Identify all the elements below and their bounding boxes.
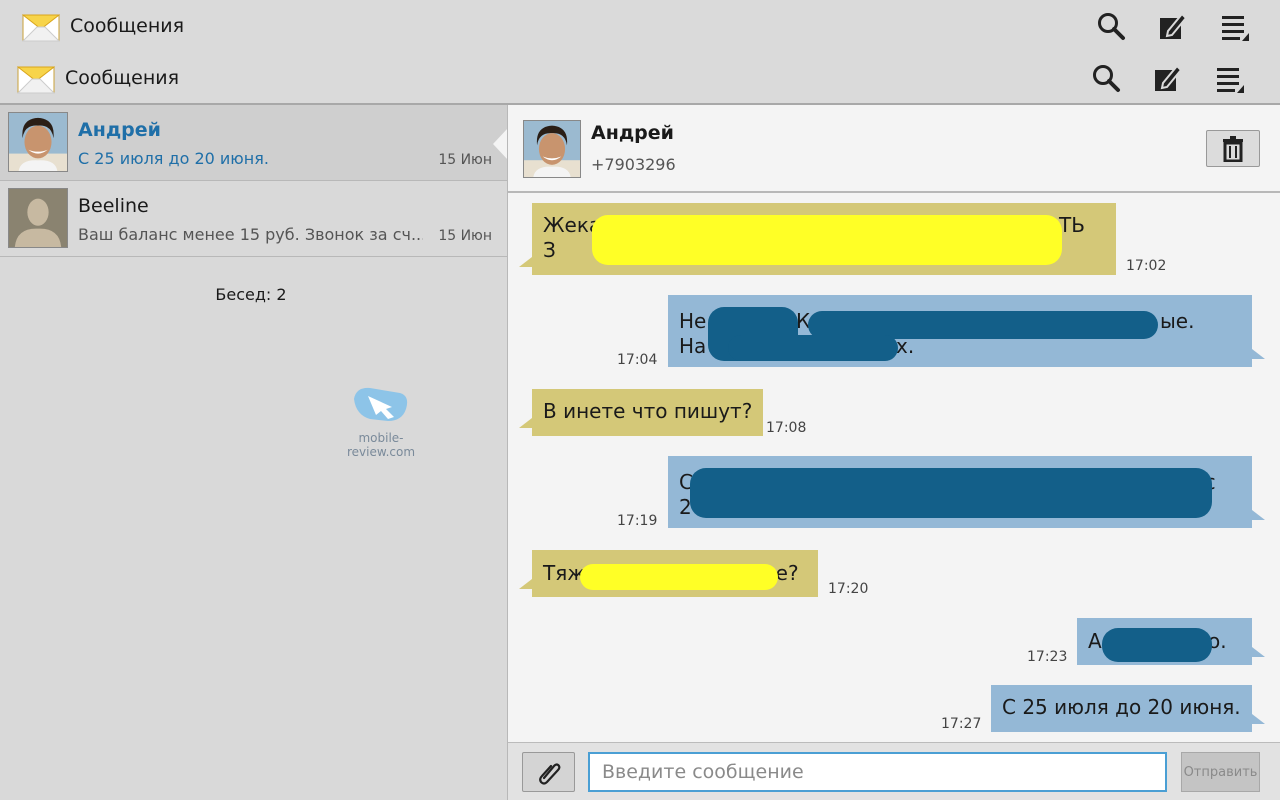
message-time: 17:02 <box>1126 258 1167 274</box>
action-bar: Сообщения <box>0 0 1280 52</box>
conversation-snippet: С 25 июля до 20 июня. <box>78 149 269 168</box>
attach-button[interactable] <box>522 752 575 792</box>
message-input[interactable] <box>588 752 1167 792</box>
message-text: В инете что пишут? <box>543 399 753 423</box>
conversation-date: 15 Июн <box>438 152 492 168</box>
app-title: Сообщения <box>70 15 185 37</box>
message-composer: Отправить <box>508 742 1280 800</box>
message-text: С 25 июля до 20 июня. <box>1002 695 1241 719</box>
message-text: А <box>1088 629 1102 653</box>
message-text: ые. <box>1160 309 1195 333</box>
compose-icon <box>1155 64 1183 91</box>
message-time: 17:20 <box>828 581 869 597</box>
redaction-mark <box>1102 628 1212 662</box>
message-time: 17:19 <box>617 513 658 529</box>
messages-app-icon <box>17 66 55 93</box>
message-bubble-incoming[interactable]: Жека:ПР ТЬ З <box>519 203 1116 275</box>
search-button[interactable] <box>1091 63 1121 93</box>
paperclip-icon <box>538 763 560 785</box>
message-text: Не <box>679 309 707 333</box>
watermark: mobile-review.com <box>326 383 436 459</box>
selection-pointer <box>493 128 508 160</box>
action-bar-secondary: Сообщения <box>0 52 1280 105</box>
compose-button[interactable] <box>1153 63 1183 93</box>
watermark-logo-icon <box>354 387 408 421</box>
redaction-mark <box>592 215 1062 265</box>
contact-name: Андрей <box>591 122 674 144</box>
contact-phone: +7903296 <box>591 155 676 174</box>
menu-icon <box>1222 16 1249 41</box>
default-avatar-icon <box>8 188 68 248</box>
conversation-snippet: Ваш баланс менее 15 руб. Звонок за сч... <box>78 225 423 244</box>
search-icon <box>1093 64 1120 92</box>
message-bubble-outgoing[interactable]: А о. <box>1077 618 1265 665</box>
message-bubble-outgoing[interactable]: Не К ые. На х. <box>668 295 1265 367</box>
conversation-item[interactable]: Андрей С 25 июля до 20 июня. 15 Июн <box>0 105 508 181</box>
redaction-mark <box>728 335 898 361</box>
message-time: 17:27 <box>941 716 982 732</box>
conversation-list: Андрей С 25 июля до 20 июня. 15 Июн Beel… <box>0 105 508 800</box>
trash-icon <box>1223 135 1243 162</box>
conversation-date: 15 Июн <box>438 228 492 244</box>
chat-pane: Андрей +7903296 Жека:ПР ТЬ З 17:02 Не К … <box>507 105 1280 800</box>
conversation-count: Бесед: 2 <box>215 285 287 304</box>
message-list: Жека:ПР ТЬ З 17:02 Не К ые. На х. 17:04 … <box>508 195 1280 742</box>
messages-app-icon <box>22 14 60 42</box>
compose-icon <box>1160 12 1188 39</box>
delete-thread-button[interactable] <box>1206 130 1260 167</box>
menu-button[interactable] <box>1215 63 1245 93</box>
message-time: 17:23 <box>1027 649 1068 665</box>
compose-button[interactable] <box>1158 11 1188 41</box>
menu-button[interactable] <box>1220 11 1250 41</box>
conversation-name: Андрей <box>78 119 161 141</box>
conversation-name: Beeline <box>78 195 149 217</box>
conversation-item[interactable]: Beeline Ваш баланс менее 15 руб. Звонок … <box>0 181 507 257</box>
search-icon <box>1098 13 1125 40</box>
menu-icon <box>1217 67 1244 93</box>
watermark-text: mobile-review.com <box>346 431 416 459</box>
message-text: ТЬ <box>1059 213 1085 237</box>
message-bubble-outgoing[interactable]: Ср е с 20 <box>668 456 1265 528</box>
message-time: 17:08 <box>766 420 807 436</box>
contact-photo[interactable] <box>523 120 581 178</box>
message-bubble-outgoing[interactable]: С 25 июля до 20 июня. <box>991 685 1265 732</box>
app-title: Сообщения <box>65 66 180 89</box>
contact-photo <box>8 112 68 172</box>
message-time: 17:04 <box>617 352 658 368</box>
message-text: З <box>543 238 556 262</box>
redaction-mark <box>580 564 778 590</box>
send-button[interactable]: Отправить <box>1181 752 1260 792</box>
message-bubble-incoming[interactable]: Тяжело те? <box>519 550 818 597</box>
message-bubble-incoming[interactable]: В инете что пишут? <box>518 389 764 436</box>
message-text: На <box>679 334 707 358</box>
search-button[interactable] <box>1096 11 1126 41</box>
redaction-mark <box>690 468 1212 518</box>
chat-header: Андрей +7903296 <box>508 105 1280 193</box>
